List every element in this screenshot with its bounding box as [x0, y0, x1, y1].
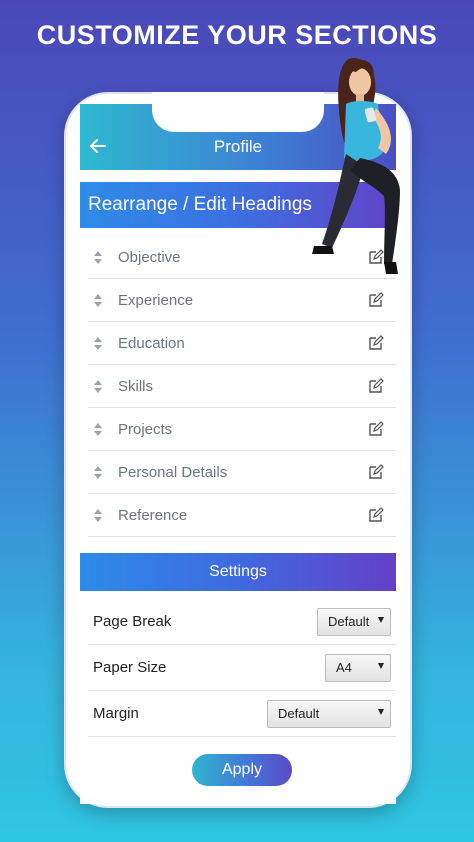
margin-label: Margin — [93, 705, 139, 722]
paper-size-select[interactable]: A4 — [325, 653, 391, 682]
list-item-reference[interactable]: Reference — [88, 494, 396, 537]
phone-notch — [152, 92, 324, 132]
section-list: Objective Experience Education Skills Pr… — [88, 236, 396, 537]
list-item-label: Reference — [118, 506, 188, 524]
list-item-education[interactable]: Education — [88, 322, 396, 365]
edit-icon[interactable] — [368, 421, 384, 437]
chevron-down-icon — [378, 616, 384, 623]
woman-illustration — [312, 58, 400, 274]
paper-size-row: Paper Size A4 — [88, 645, 396, 691]
list-item-experience[interactable]: Experience — [88, 279, 396, 322]
list-item-label: Personal Details — [118, 463, 228, 481]
drag-handle-icon[interactable] — [92, 250, 104, 264]
page-break-label: Page Break — [93, 613, 172, 630]
drag-handle-icon[interactable] — [92, 379, 104, 393]
list-item-label: Projects — [118, 420, 173, 438]
drag-handle-icon[interactable] — [92, 465, 104, 479]
list-item-label: Education — [118, 334, 185, 352]
list-item-label: Skills — [118, 377, 154, 395]
margin-select[interactable]: Default — [267, 699, 391, 728]
margin-value: Default — [278, 706, 320, 721]
chevron-down-icon — [378, 708, 384, 715]
settings-header: Settings — [80, 553, 396, 591]
list-item-projects[interactable]: Projects — [88, 408, 396, 451]
headline: CUSTOMIZE YOUR SECTIONS — [36, 20, 438, 50]
drag-handle-icon[interactable] — [92, 508, 104, 522]
paper-size-value: A4 — [336, 660, 352, 675]
edit-icon[interactable] — [368, 378, 384, 394]
list-item-label: Experience — [118, 291, 194, 309]
chevron-down-icon — [378, 662, 384, 669]
edit-icon[interactable] — [368, 507, 384, 523]
edit-icon[interactable] — [368, 292, 384, 308]
edit-icon[interactable] — [368, 464, 384, 480]
edit-icon[interactable] — [368, 335, 384, 351]
drag-handle-icon[interactable] — [92, 293, 104, 307]
margin-row: Margin Default — [88, 691, 396, 737]
apply-button[interactable]: Apply — [192, 754, 292, 786]
page-break-select[interactable]: Default — [317, 607, 391, 636]
list-item-skills[interactable]: Skills — [88, 365, 396, 408]
drag-handle-icon[interactable] — [92, 336, 104, 350]
list-item-personal-details[interactable]: Personal Details — [88, 451, 396, 494]
page-break-value: Default — [328, 614, 370, 629]
paper-size-label: Paper Size — [93, 659, 167, 676]
page-break-row: Page Break Default — [88, 599, 396, 645]
drag-handle-icon[interactable] — [92, 422, 104, 436]
